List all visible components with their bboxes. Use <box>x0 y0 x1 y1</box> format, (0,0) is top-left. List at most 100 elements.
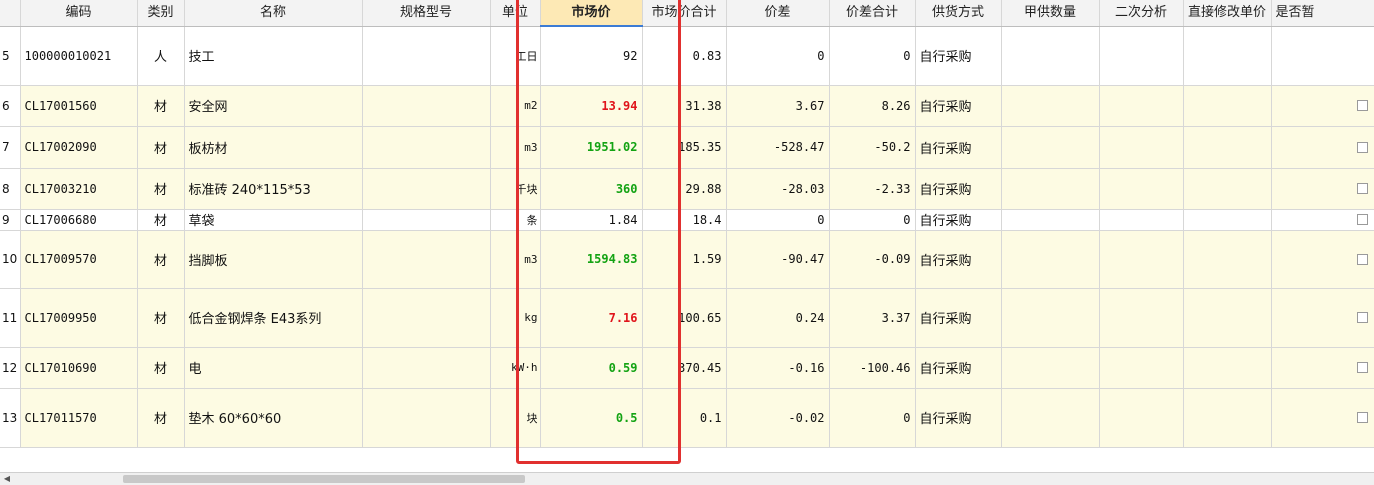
cell-market-price[interactable]: 1951.02 <box>540 126 643 169</box>
cell-diff-total[interactable]: 0 <box>829 26 916 86</box>
cell-market-total[interactable]: 370.45 <box>642 347 727 389</box>
cell-unit[interactable]: kg <box>490 288 541 348</box>
cell-owner-supply-qty[interactable] <box>1001 288 1100 348</box>
cell-secondary-analysis[interactable] <box>1099 85 1184 127</box>
cell-spec[interactable] <box>362 126 491 169</box>
horizontal-scrollbar[interactable]: ◀ <box>0 472 1374 485</box>
cell-secondary-analysis[interactable] <box>1099 26 1184 86</box>
cell-is-provisional[interactable] <box>1271 347 1374 389</box>
header-name[interactable]: 名称 <box>184 0 363 27</box>
cell-diff-total[interactable]: -100.46 <box>829 347 916 389</box>
cell-name[interactable]: 标准砖 240*115*53 <box>184 168 363 210</box>
cell-market-price[interactable]: 0.59 <box>540 347 643 389</box>
cell-supply-method[interactable]: 自行采购 <box>915 126 1002 169</box>
cell-supply-method[interactable]: 自行采购 <box>915 85 1002 127</box>
cell-is-provisional[interactable] <box>1271 26 1374 86</box>
cell-direct-modify-price[interactable] <box>1183 168 1272 210</box>
header-market-total[interactable]: 市场价合计 <box>642 0 727 27</box>
cell-spec[interactable] <box>362 85 491 127</box>
table-row[interactable]: 12 CL17010690 材电 kW·h 0.59 370.45 -0.16 -100.46… <box>0 347 1374 389</box>
header-rownum[interactable] <box>0 0 21 27</box>
cell-name[interactable]: 低合金钢焊条 E43系列 <box>184 288 363 348</box>
table-row[interactable]: 10 CL17009570 材挡脚板 m3 1594.83 1.59 -90.47 -0.09… <box>0 230 1374 289</box>
cell-secondary-analysis[interactable] <box>1099 126 1184 169</box>
cell-market-price[interactable]: 1.84 <box>540 209 643 231</box>
cell-market-price[interactable]: 1594.83 <box>540 230 643 289</box>
cell-market-price[interactable]: 13.94 <box>540 85 643 127</box>
header-market-price[interactable]: 市场价 <box>540 0 643 27</box>
row-number[interactable]: 13 <box>0 388 21 448</box>
cell-owner-supply-qty[interactable] <box>1001 347 1100 389</box>
cell-diff-total[interactable]: -0.09 <box>829 230 916 289</box>
header-is-provisional[interactable]: 是否暂 <box>1271 0 1374 27</box>
cell-type[interactable]: 材 <box>137 85 185 127</box>
cell-price-diff[interactable]: 0 <box>726 209 830 231</box>
cell-name[interactable]: 板枋材 <box>184 126 363 169</box>
cell-name[interactable]: 垫木 60*60*60 <box>184 388 363 448</box>
cell-unit[interactable]: 块 <box>490 388 541 448</box>
cell-type[interactable]: 材 <box>137 209 185 231</box>
cell-owner-supply-qty[interactable] <box>1001 126 1100 169</box>
cell-direct-modify-price[interactable] <box>1183 209 1272 231</box>
cell-direct-modify-price[interactable] <box>1183 26 1272 86</box>
cell-price-diff[interactable]: -528.47 <box>726 126 830 169</box>
cell-market-price[interactable]: 92 <box>540 26 643 86</box>
table-row[interactable]: 5 100000010021 人技工 工日 92 0.83 0 0 自行采购 <box>0 26 1374 86</box>
cell-unit[interactable]: kW·h <box>490 347 541 389</box>
row-number[interactable]: 9 <box>0 209 21 231</box>
header-spec[interactable]: 规格型号 <box>362 0 491 27</box>
cell-spec[interactable] <box>362 209 491 231</box>
cell-type[interactable]: 材 <box>137 288 185 348</box>
cell-market-price[interactable]: 7.16 <box>540 288 643 348</box>
cell-market-total[interactable]: 31.38 <box>642 85 727 127</box>
cell-diff-total[interactable]: 0 <box>829 209 916 231</box>
cell-unit[interactable]: 千块 <box>490 168 541 210</box>
table-row[interactable]: 13 CL17011570 材垫木 60*60*60 块 0.5 0.1 -0.02 0 自行采… <box>0 388 1374 448</box>
row-number[interactable]: 7 <box>0 126 21 169</box>
cell-supply-method[interactable]: 自行采购 <box>915 26 1002 86</box>
cell-spec[interactable] <box>362 168 491 210</box>
cell-code[interactable]: 100000010021 <box>20 26 138 86</box>
cell-code[interactable]: CL17006680 <box>20 209 138 231</box>
cell-market-total[interactable]: 0.1 <box>642 388 727 448</box>
header-supply-method[interactable]: 供货方式 <box>915 0 1002 27</box>
cell-owner-supply-qty[interactable] <box>1001 388 1100 448</box>
header-type[interactable]: 类别 <box>137 0 185 27</box>
cell-secondary-analysis[interactable] <box>1099 288 1184 348</box>
cell-owner-supply-qty[interactable] <box>1001 26 1100 86</box>
table-row[interactable]: 11 CL17009950 材低合金钢焊条 E43系列 kg 7.16 100.65 0.2… <box>0 288 1374 348</box>
cell-type[interactable]: 材 <box>137 168 185 210</box>
cell-unit[interactable]: 工日 <box>490 26 541 86</box>
cell-type[interactable]: 人 <box>137 26 185 86</box>
cell-code[interactable]: CL17009950 <box>20 288 138 348</box>
header-secondary-analysis[interactable]: 二次分析 <box>1099 0 1184 27</box>
cell-spec[interactable] <box>362 26 491 86</box>
header-code[interactable]: 编码 <box>20 0 138 27</box>
cell-name[interactable]: 电 <box>184 347 363 389</box>
cell-is-provisional[interactable] <box>1271 168 1374 210</box>
cell-secondary-analysis[interactable] <box>1099 347 1184 389</box>
cell-price-diff[interactable]: -0.02 <box>726 388 830 448</box>
cell-supply-method[interactable]: 自行采购 <box>915 168 1002 210</box>
cell-is-provisional[interactable] <box>1271 288 1374 348</box>
cell-unit[interactable]: m3 <box>490 230 541 289</box>
cell-supply-method[interactable]: 自行采购 <box>915 288 1002 348</box>
cell-direct-modify-price[interactable] <box>1183 288 1272 348</box>
cell-owner-supply-qty[interactable] <box>1001 230 1100 289</box>
header-price-diff[interactable]: 价差 <box>726 0 830 27</box>
cell-direct-modify-price[interactable] <box>1183 85 1272 127</box>
cell-name[interactable]: 安全网 <box>184 85 363 127</box>
cell-code[interactable]: CL17001560 <box>20 85 138 127</box>
row-number[interactable]: 11 <box>0 288 21 348</box>
cell-market-total[interactable]: 0.83 <box>642 26 727 86</box>
cell-price-diff[interactable]: 0 <box>726 26 830 86</box>
cell-direct-modify-price[interactable] <box>1183 347 1272 389</box>
cell-price-diff[interactable]: 0.24 <box>726 288 830 348</box>
cell-name[interactable]: 技工 <box>184 26 363 86</box>
cell-is-provisional[interactable] <box>1271 209 1374 231</box>
cell-price-diff[interactable]: -0.16 <box>726 347 830 389</box>
cell-is-provisional[interactable] <box>1271 126 1374 169</box>
cell-unit[interactable]: m2 <box>490 85 541 127</box>
cell-code[interactable]: CL17011570 <box>20 388 138 448</box>
cell-type[interactable]: 材 <box>137 126 185 169</box>
